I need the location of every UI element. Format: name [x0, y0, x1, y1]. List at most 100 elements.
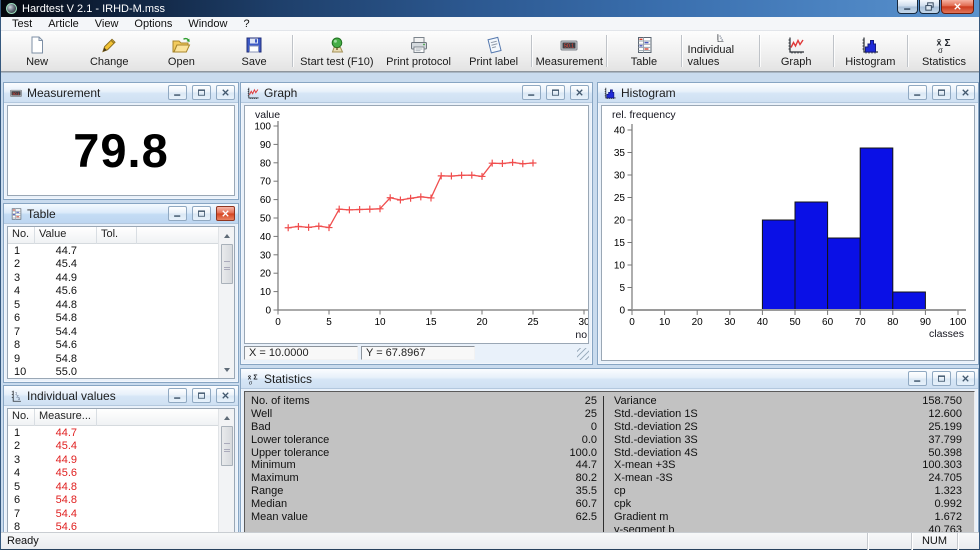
- table-window: Table No. Value Tol. 144.7245.4344.9445.…: [3, 203, 239, 383]
- histogram-maximize-button[interactable]: [932, 85, 951, 100]
- indiv-col-measure[interactable]: Measure...: [35, 409, 97, 426]
- table-maximize-button[interactable]: [192, 206, 211, 221]
- toolbar-button-print-label[interactable]: Print label: [457, 31, 530, 71]
- measurement-window-titlebar[interactable]: Measurement: [4, 83, 238, 103]
- scrollbar-thumb[interactable]: [221, 426, 233, 466]
- resize-grip-icon[interactable]: [577, 348, 589, 360]
- menu-item-options[interactable]: Options: [126, 17, 180, 31]
- individual-scrollbar[interactable]: [218, 409, 234, 532]
- graph-plot-area[interactable]: 0102030405060708090100051015202530valuen…: [244, 105, 589, 344]
- table-row[interactable]: 1055.0: [8, 366, 218, 379]
- blank-page-icon: [27, 35, 47, 55]
- list-item[interactable]: 344.9: [8, 453, 218, 467]
- list-item[interactable]: 245.4: [8, 440, 218, 454]
- stat-label: cpk: [614, 498, 631, 511]
- menu-item-help[interactable]: ?: [235, 17, 257, 31]
- scroll-up-icon[interactable]: [219, 228, 234, 243]
- individual-close-button[interactable]: [216, 388, 235, 403]
- table-row[interactable]: 854.6: [8, 339, 218, 353]
- measurement-close-button[interactable]: [216, 85, 235, 100]
- table-col-tol[interactable]: Tol.: [97, 227, 137, 244]
- table-row[interactable]: 544.8: [8, 298, 218, 312]
- measurement-maximize-button[interactable]: [192, 85, 211, 100]
- close-button[interactable]: [941, 0, 974, 14]
- minimize-button[interactable]: [897, 0, 918, 14]
- cell-no: 3: [8, 454, 35, 466]
- table-row[interactable]: 754.4: [8, 325, 218, 339]
- table-scrollbar[interactable]: [218, 227, 234, 378]
- list-item[interactable]: 544.8: [8, 480, 218, 494]
- toolbar-button-histogram[interactable]: Histogram: [835, 31, 906, 71]
- list-item[interactable]: 754.4: [8, 507, 218, 521]
- statistics-maximize-button[interactable]: [932, 371, 951, 386]
- menu-item-view[interactable]: View: [87, 17, 127, 31]
- table-window-titlebar[interactable]: Table: [4, 204, 238, 224]
- individual-minimize-button[interactable]: [168, 388, 187, 403]
- menu-item-article[interactable]: Article: [40, 17, 87, 31]
- stat-value: 62.5: [576, 511, 597, 524]
- app-icon: [6, 3, 17, 14]
- statistics-window-titlebar[interactable]: Statistics: [241, 369, 978, 389]
- toolbar-button-start-test[interactable]: Start test (F10): [294, 31, 381, 71]
- table-row[interactable]: 654.8: [8, 312, 218, 326]
- table-col-no[interactable]: No.: [8, 227, 35, 244]
- individual-values-titlebar[interactable]: Individual values: [4, 386, 238, 406]
- start-lever-icon: [327, 35, 347, 55]
- histogram-plot-area: 05101520253035400102030405060708090100re…: [601, 105, 975, 361]
- status-cell-empty-1: [867, 533, 911, 550]
- graph-maximize-button[interactable]: [546, 85, 565, 100]
- toolbar-button-print-protocol[interactable]: Print protocol: [380, 31, 457, 71]
- line-chart[interactable]: 0102030405060708090100051015202530valuen…: [245, 106, 589, 344]
- table-row[interactable]: 445.6: [8, 285, 218, 299]
- toolbar-separator: [833, 35, 834, 67]
- scroll-up-icon[interactable]: [219, 410, 234, 425]
- menu-item-window[interactable]: Window: [180, 17, 235, 31]
- cell-measure: 54.4: [35, 508, 97, 520]
- table-close-button[interactable]: [216, 206, 235, 221]
- table-col-value[interactable]: Value: [35, 227, 97, 244]
- toolbar-button-graph[interactable]: Graph: [761, 31, 832, 71]
- cell-measure: 45.4: [35, 440, 97, 452]
- stat-label: cp: [614, 485, 626, 498]
- scroll-down-icon[interactable]: [219, 362, 234, 377]
- toolbar-button-open[interactable]: Open: [145, 31, 217, 71]
- toolbar-separator: [606, 35, 607, 67]
- toolbar-button-new[interactable]: New: [1, 31, 73, 71]
- graph-window-titlebar[interactable]: Graph: [241, 83, 592, 103]
- svg-text:no.: no.: [575, 329, 589, 341]
- histogram-window-titlebar[interactable]: Histogram: [598, 83, 978, 103]
- table-row[interactable]: 954.8: [8, 352, 218, 366]
- toolbar-button-statistics[interactable]: Statistics: [909, 31, 979, 71]
- individual-maximize-button[interactable]: [192, 388, 211, 403]
- toolbar-button-save[interactable]: Save: [217, 31, 290, 71]
- stat-label: y-segment b: [614, 524, 675, 532]
- list-item[interactable]: 445.6: [8, 467, 218, 481]
- toolbar-button-individual-values[interactable]: Individual values: [683, 31, 758, 71]
- table-minimize-button[interactable]: [168, 206, 187, 221]
- list-item[interactable]: 144.7: [8, 426, 218, 440]
- measurement-minimize-button[interactable]: [168, 85, 187, 100]
- graph-minimize-button[interactable]: [522, 85, 541, 100]
- menu-item-test[interactable]: Test: [4, 17, 40, 31]
- toolbar-button-table[interactable]: Table: [608, 31, 679, 71]
- scrollbar-thumb[interactable]: [221, 244, 233, 284]
- svg-text:10: 10: [374, 317, 386, 328]
- statistics-close-button[interactable]: [956, 371, 975, 386]
- stat-label: Minimum: [251, 459, 296, 472]
- toolbar-button-measurement[interactable]: Measurement: [533, 31, 605, 71]
- graph-close-button[interactable]: [570, 85, 589, 100]
- title-bar[interactable]: Hardtest V 2.1 - IRHD-M.mss: [1, 0, 979, 17]
- toolbar-button-change[interactable]: Change: [73, 31, 145, 71]
- list-item[interactable]: 854.6: [8, 521, 218, 533]
- list-item[interactable]: 654.8: [8, 494, 218, 508]
- indiv-col-no[interactable]: No.: [8, 409, 35, 426]
- restore-button[interactable]: [919, 0, 940, 14]
- table-row[interactable]: 344.9: [8, 271, 218, 285]
- svg-text:30: 30: [724, 317, 736, 328]
- table-row[interactable]: 144.7: [8, 244, 218, 258]
- histogram-close-button[interactable]: [956, 85, 975, 100]
- statistics-minimize-button[interactable]: [908, 371, 927, 386]
- histogram-minimize-button[interactable]: [908, 85, 927, 100]
- table-row[interactable]: 245.4: [8, 258, 218, 272]
- stat-label: No. of items: [251, 395, 310, 408]
